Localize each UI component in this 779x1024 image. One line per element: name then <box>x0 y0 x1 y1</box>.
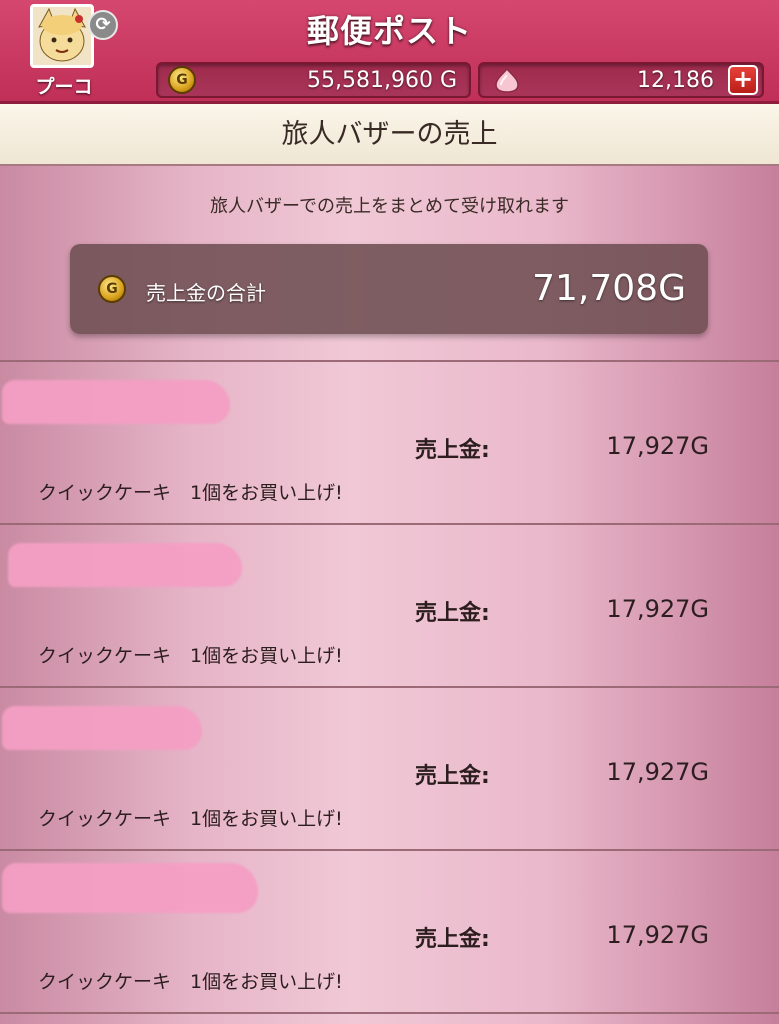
gold-coin-icon: G <box>168 66 196 94</box>
switch-character-icon[interactable]: ⟳ <box>88 10 118 40</box>
redacted-buyer-name <box>2 863 258 913</box>
sale-row[interactable]: 売上金: 17,927G クイックケーキ 1個をお買い上げ! <box>0 525 779 687</box>
avatar[interactable] <box>30 4 94 68</box>
redacted-buyer-name <box>8 543 242 587</box>
redacted-buyer-name <box>2 380 230 424</box>
section-description: 旅人バザーでの売上をまとめて受け取れます <box>210 196 569 217</box>
sale-label: 売上金: <box>415 438 490 463</box>
gem-display: 12,186 + <box>478 62 764 98</box>
redacted-buyer-name <box>2 706 202 750</box>
sale-description: クイックケーキ 1個をお買い上げ! <box>38 645 343 667</box>
gold-amount: 55,581,960 G <box>306 68 457 93</box>
sale-amount: 17,927G <box>606 595 709 623</box>
avatar-portrait-icon <box>33 7 91 65</box>
gold-coin-icon: G <box>98 275 126 303</box>
sale-description: クイックケーキ 1個をお買い上げ! <box>38 808 343 830</box>
sale-amount: 17,927G <box>606 432 709 460</box>
sale-row[interactable]: 売上金: 17,927G クイックケーキ 1個をお買い上げ! <box>0 688 779 850</box>
sale-label: 売上金: <box>415 927 490 952</box>
player-profile[interactable]: ⟳ プーコ <box>28 4 118 100</box>
sale-label: 売上金: <box>415 764 490 789</box>
sale-label: 売上金: <box>415 601 490 626</box>
sale-amount: 17,927G <box>606 921 709 949</box>
sale-row[interactable]: 売上金: 17,927G クイックケーキ 1個をお買い上げ! <box>0 362 779 524</box>
top-bar: 郵便ポスト ⟳ プーコ G 55,581,960 G 12,186 + <box>0 0 779 104</box>
gold-display: G 55,581,960 G <box>156 62 471 98</box>
total-label: 売上金の合計 <box>146 281 266 305</box>
sale-description: クイックケーキ 1個をお買い上げ! <box>38 482 343 504</box>
player-name: プーコ <box>35 76 93 98</box>
total-value: 71,708G <box>532 268 686 309</box>
add-gems-button[interactable]: + <box>728 65 758 95</box>
total-sales-button[interactable]: G 売上金の合計 71,708G <box>70 244 708 334</box>
divider <box>0 1012 779 1014</box>
sale-amount: 17,927G <box>606 758 709 786</box>
gem-icon <box>495 67 519 93</box>
section-title: 旅人バザーの売上 <box>0 104 779 166</box>
sale-row[interactable]: 売上金: 17,927G クイックケーキ 1個をお買い上げ! <box>0 851 779 1013</box>
sale-description: クイックケーキ 1個をお買い上げ! <box>38 971 343 993</box>
gem-amount: 12,186 <box>637 68 714 93</box>
